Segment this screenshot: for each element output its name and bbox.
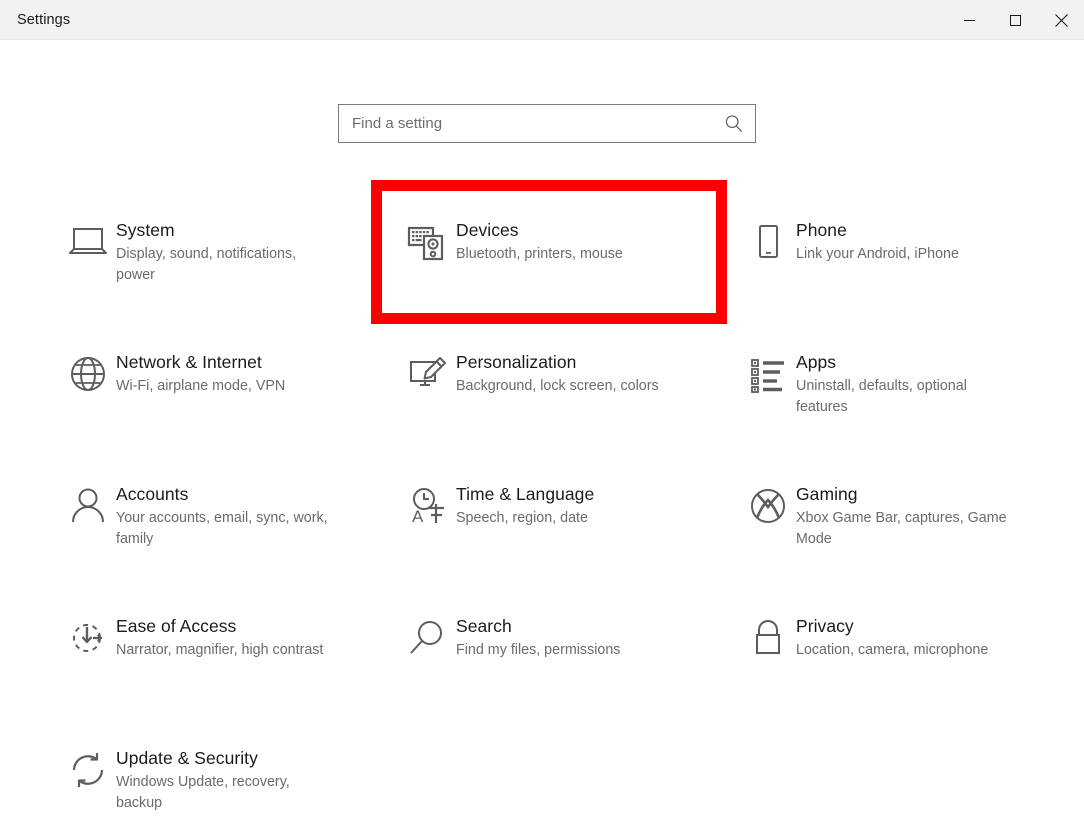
tile-devices[interactable]: Devices Bluetooth, printers, mouse	[400, 200, 740, 332]
tile-subtitle: Link your Android, iPhone	[796, 244, 959, 265]
sync-arrows-icon	[60, 746, 116, 790]
tile-privacy[interactable]: Privacy Location, camera, microphone	[740, 596, 1080, 728]
tile-text: Search Find my files, permissions	[456, 614, 620, 661]
tile-subtitle: Xbox Game Bar, captures, Game Mode	[796, 508, 1008, 549]
tile-title: Network & Internet	[116, 350, 285, 374]
tile-system[interactable]: System Display, sound, notifications, po…	[60, 200, 400, 332]
devices-icon	[400, 218, 456, 262]
title-bar: Settings	[0, 0, 1084, 40]
tile-title: Devices	[456, 218, 623, 242]
svg-text:A: A	[412, 507, 424, 526]
settings-category-grid: System Display, sound, notifications, po…	[60, 200, 1070, 820]
globe-icon	[60, 350, 116, 394]
tile-subtitle: Narrator, magnifier, high contrast	[116, 640, 323, 661]
tile-subtitle: Wi-Fi, airplane mode, VPN	[116, 376, 285, 397]
window-controls	[946, 0, 1084, 39]
tile-network-internet[interactable]: Network & Internet Wi-Fi, airplane mode,…	[60, 332, 400, 464]
close-icon	[1055, 14, 1068, 27]
magnifier-icon	[400, 614, 456, 658]
tile-title: Time & Language	[456, 482, 594, 506]
tile-title: Gaming	[796, 482, 1008, 506]
tile-title: Privacy	[796, 614, 988, 638]
app-list-icon	[740, 350, 796, 394]
tile-accounts[interactable]: Accounts Your accounts, email, sync, wor…	[60, 464, 400, 596]
tile-text: Network & Internet Wi-Fi, airplane mode,…	[116, 350, 285, 397]
tile-subtitle: Find my files, permissions	[456, 640, 620, 661]
tile-subtitle: Speech, region, date	[456, 508, 594, 529]
tile-text: Time & Language Speech, region, date	[456, 482, 594, 529]
tile-personalization[interactable]: Personalization Background, lock screen,…	[400, 332, 740, 464]
tile-subtitle: Display, sound, notifications, power	[116, 244, 328, 285]
tile-text: Gaming Xbox Game Bar, captures, Game Mod…	[796, 482, 1008, 549]
tile-update-security[interactable]: Update & Security Windows Update, recove…	[60, 728, 400, 820]
clock-language-icon: A	[400, 482, 456, 526]
window-title: Settings	[0, 12, 70, 28]
ease-of-access-icon	[60, 614, 116, 658]
lock-icon	[740, 614, 796, 658]
tile-ease-of-access[interactable]: Ease of Access Narrator, magnifier, high…	[60, 596, 400, 728]
tile-text: System Display, sound, notifications, po…	[116, 218, 328, 285]
maximize-button[interactable]	[992, 0, 1038, 40]
tile-apps[interactable]: Apps Uninstall, defaults, optional featu…	[740, 332, 1080, 464]
tile-subtitle: Location, camera, microphone	[796, 640, 988, 661]
tile-text: Personalization Background, lock screen,…	[456, 350, 659, 397]
minimize-button[interactable]	[946, 0, 992, 40]
search-icon[interactable]	[723, 113, 745, 135]
tile-phone[interactable]: Phone Link your Android, iPhone	[740, 200, 1080, 332]
tile-text: Devices Bluetooth, printers, mouse	[456, 218, 623, 265]
tile-text: Ease of Access Narrator, magnifier, high…	[116, 614, 323, 661]
minimize-icon	[964, 15, 975, 26]
tile-title: Apps	[796, 350, 1008, 374]
tile-time-language[interactable]: A Time & Language Speech, region, date	[400, 464, 740, 596]
tile-gaming[interactable]: Gaming Xbox Game Bar, captures, Game Mod…	[740, 464, 1080, 596]
tile-text: Apps Uninstall, defaults, optional featu…	[796, 350, 1008, 417]
tile-subtitle: Windows Update, recovery, backup	[116, 772, 328, 813]
laptop-icon	[60, 218, 116, 262]
tile-title: Search	[456, 614, 620, 638]
tile-title: Ease of Access	[116, 614, 323, 638]
tile-subtitle: Your accounts, email, sync, work, family	[116, 508, 328, 549]
tile-text: Privacy Location, camera, microphone	[796, 614, 988, 661]
tile-title: Update & Security	[116, 746, 328, 770]
person-icon	[60, 482, 116, 526]
xbox-icon	[740, 482, 796, 526]
search-bar[interactable]	[338, 104, 756, 143]
tile-subtitle: Background, lock screen, colors	[456, 376, 659, 397]
settings-home: System Display, sound, notifications, po…	[0, 40, 1084, 820]
tile-subtitle: Bluetooth, printers, mouse	[456, 244, 623, 265]
search-input[interactable]	[352, 115, 723, 132]
close-button[interactable]	[1038, 0, 1084, 40]
phone-icon	[740, 218, 796, 262]
tile-title: Personalization	[456, 350, 659, 374]
tile-title: Phone	[796, 218, 959, 242]
tile-title: Accounts	[116, 482, 328, 506]
paintbrush-monitor-icon	[400, 350, 456, 394]
tile-title: System	[116, 218, 328, 242]
tile-text: Accounts Your accounts, email, sync, wor…	[116, 482, 328, 549]
maximize-icon	[1010, 15, 1021, 26]
tile-subtitle: Uninstall, defaults, optional features	[796, 376, 1008, 417]
tile-text: Phone Link your Android, iPhone	[796, 218, 959, 265]
tile-text: Update & Security Windows Update, recove…	[116, 746, 328, 813]
tile-search[interactable]: Search Find my files, permissions	[400, 596, 740, 728]
search-box[interactable]	[338, 104, 756, 143]
